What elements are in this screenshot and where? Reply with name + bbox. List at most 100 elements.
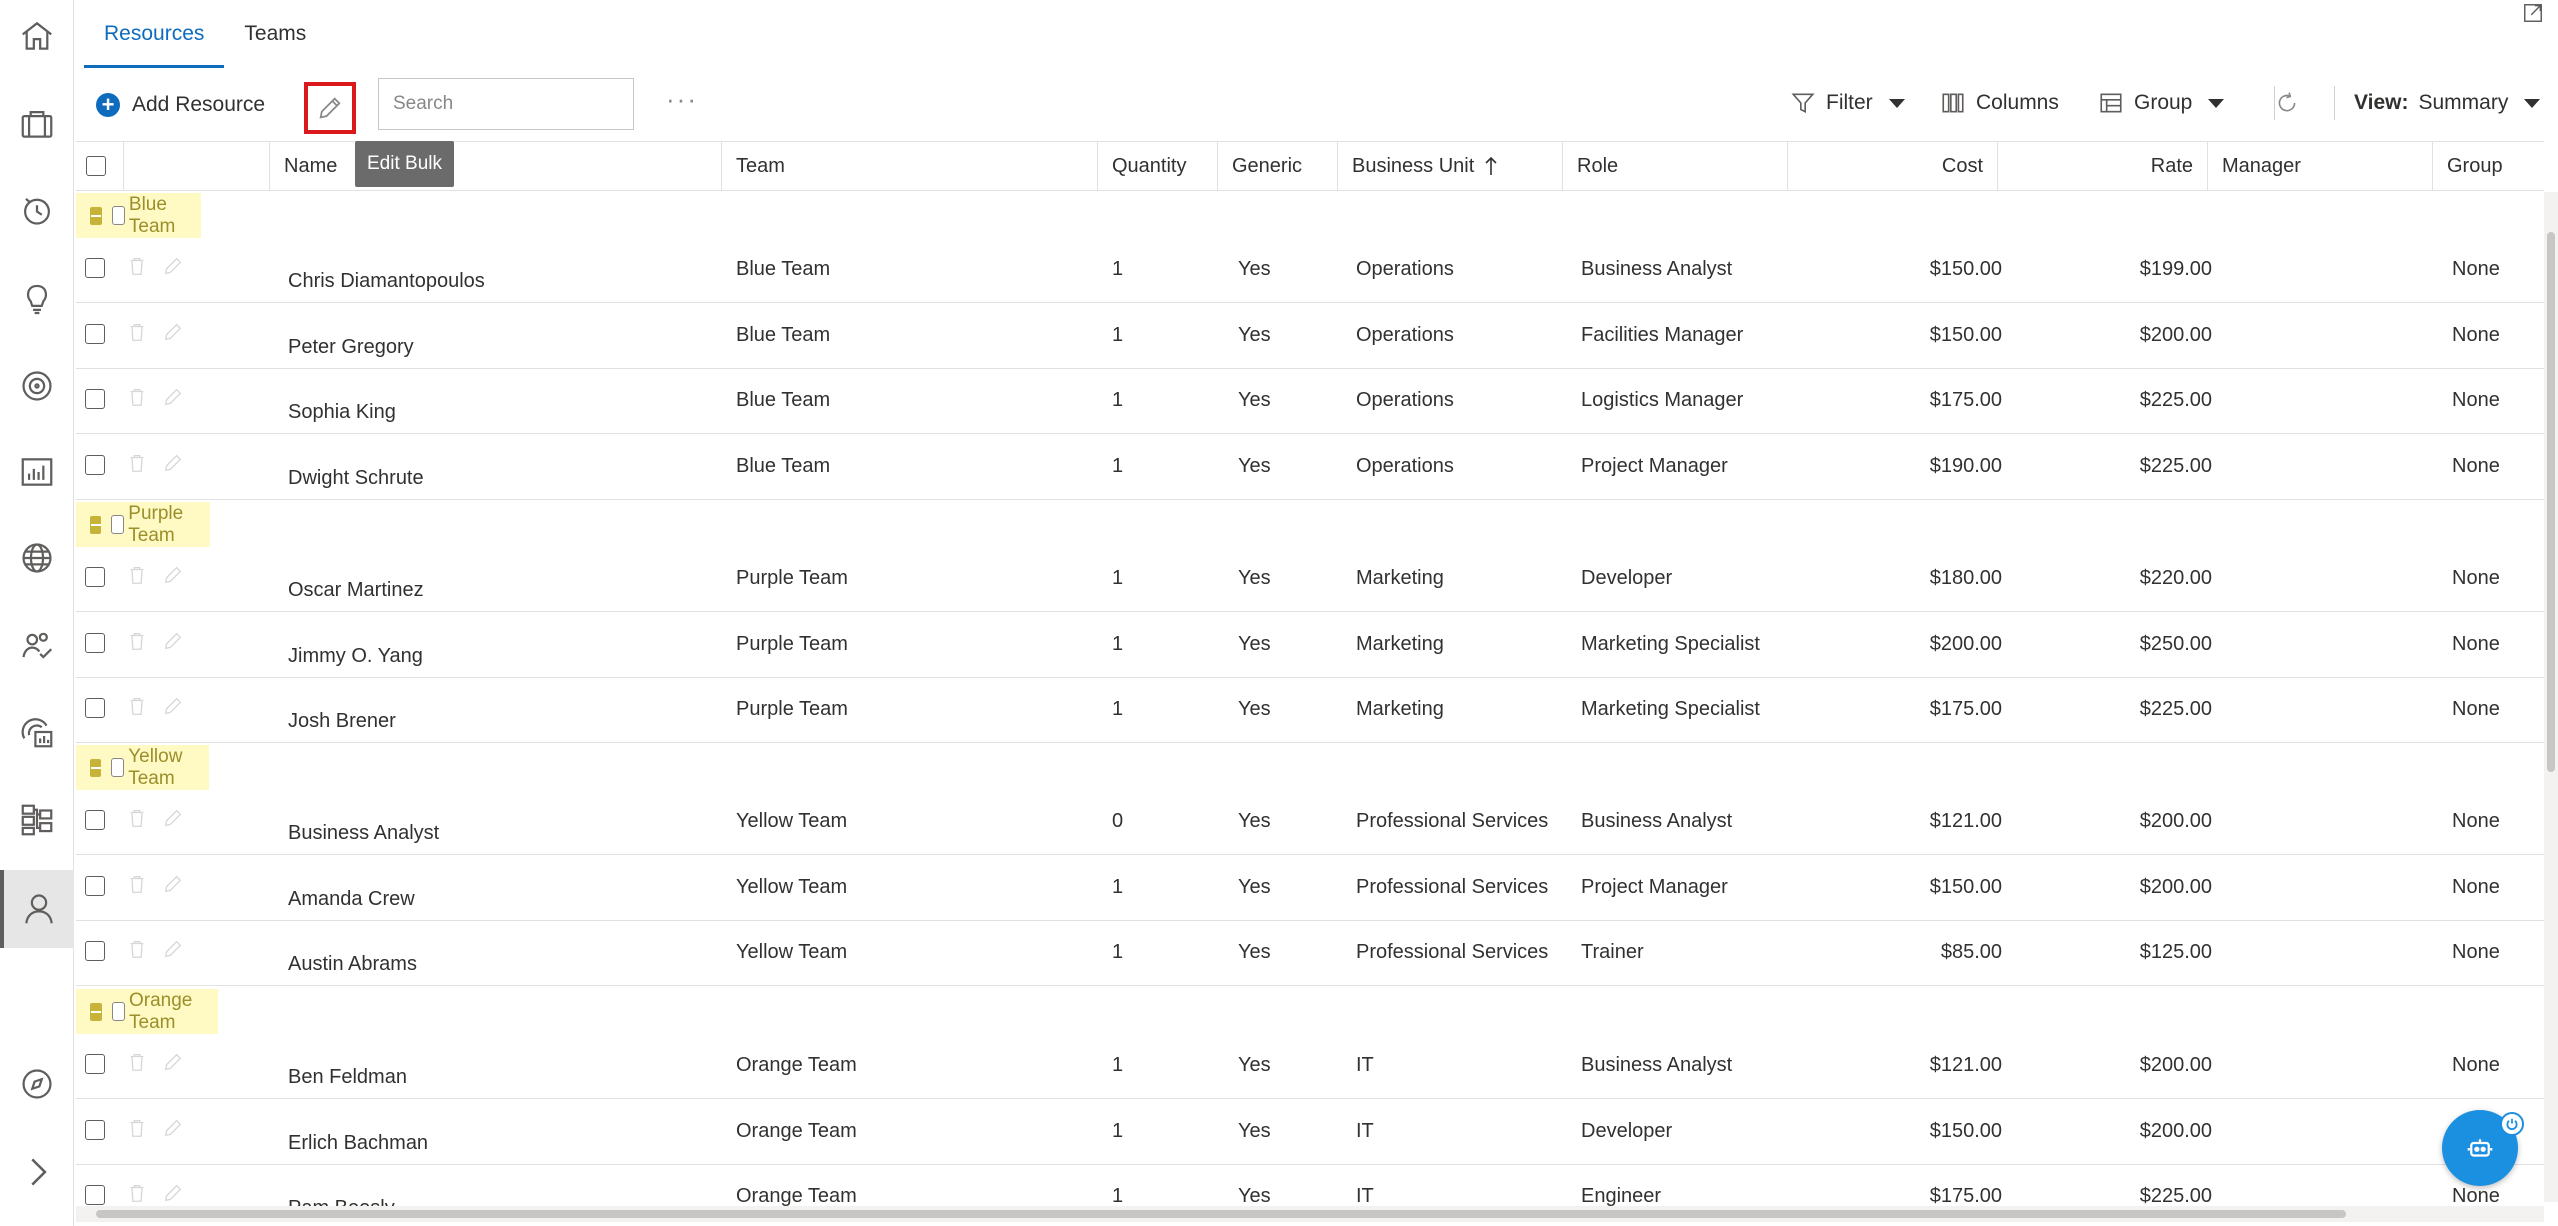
row-checkbox[interactable] [85,698,105,718]
group-button[interactable]: Group [2098,84,2225,122]
delete-icon[interactable] [126,806,148,835]
table-row[interactable]: Chris Diamantopoulos Blue Team 1 Yes Operati… [76,238,2544,303]
edit-pencil-icon[interactable] [162,1181,184,1206]
cell-name[interactable]: Business Analyst [288,822,439,845]
group-checkbox[interactable] [111,758,125,777]
home-icon[interactable] [0,8,74,64]
delete-icon[interactable] [126,563,148,592]
group-checkbox[interactable] [111,515,125,534]
table-row[interactable]: Josh Brener Purple Team 1 Yes Marketing Marke… [76,678,2544,743]
delete-icon[interactable] [126,629,148,658]
cell-name[interactable]: Amanda Crew [288,888,415,911]
column-header-team[interactable]: Team [722,142,1098,190]
briefcase-icon[interactable] [0,96,74,152]
edit-pencil-icon[interactable] [162,629,184,658]
delete-icon[interactable] [126,1116,148,1145]
collapse-group-icon[interactable] [90,206,102,225]
row-checkbox[interactable] [85,1185,105,1205]
column-header-rate[interactable]: Rate [1998,142,2208,190]
more-options-icon[interactable]: ··· [666,84,698,115]
group-checkbox[interactable] [111,1002,125,1021]
row-checkbox[interactable] [85,941,105,961]
delete-icon[interactable] [126,320,148,349]
person-icon[interactable] [0,870,74,948]
row-checkbox[interactable] [85,389,105,409]
globe-icon[interactable] [0,530,74,586]
table-row[interactable]: Pam Beesly Orange Team 1 Yes IT Engineer $175.… [76,1165,2544,1206]
delete-icon[interactable] [126,385,148,414]
row-checkbox[interactable] [85,1119,105,1140]
table-row[interactable]: Erlich Bachman Orange Team 1 Yes IT Developer… [76,1100,2544,1165]
delete-icon[interactable] [126,694,148,723]
column-header-manager[interactable]: Manager [2208,142,2433,190]
table-row[interactable]: Ben Feldman Orange Team 1 Yes IT Business Ana… [76,1034,2544,1099]
cell-name[interactable]: Chris Diamantopoulos [288,270,485,293]
table-row[interactable]: Peter Gregory Blue Team 1 Yes Operations Faci… [76,304,2544,369]
row-checkbox[interactable] [85,632,105,653]
delete-icon[interactable] [126,872,148,901]
edit-bulk-button[interactable] [304,82,356,134]
column-header-group[interactable]: Group [2433,142,2544,190]
clock-icon[interactable] [0,182,74,238]
report-chart-icon[interactable] [0,444,74,500]
edit-pencil-icon[interactable] [162,872,184,901]
edit-pencil-icon[interactable] [162,320,184,349]
column-header-business-unit[interactable]: Business Unit [1338,142,1563,190]
column-header-cost[interactable]: Cost [1788,142,1998,190]
delete-icon[interactable] [126,254,148,283]
cell-name[interactable]: Oscar Martinez [288,579,424,602]
vertical-scrollbar-thumb[interactable] [2547,232,2555,772]
collapse-group-icon[interactable] [90,758,102,777]
table-row[interactable]: Oscar Martinez Purple Team 1 Yes Marketing De… [76,547,2544,612]
cell-name[interactable]: Peter Gregory [288,336,414,359]
table-row[interactable]: Amanda Crew Yellow Team 1 Yes Professional S… [76,856,2544,921]
add-resource-button[interactable]: + Add Resource [96,86,265,124]
row-checkbox[interactable] [85,258,105,278]
edit-pencil-icon[interactable] [162,254,184,283]
edit-pencil-icon[interactable] [162,806,184,835]
row-checkbox[interactable] [85,875,105,896]
view-selector[interactable]: View: Summary [2354,84,2541,122]
expand-icon[interactable] [2522,2,2544,24]
table-row[interactable]: Jimmy O. Yang Purple Team 1 Yes Marketing Mar… [76,613,2544,678]
columns-button[interactable]: Columns [1940,84,2059,122]
delete-icon[interactable] [126,451,148,480]
delete-icon[interactable] [126,937,148,966]
dashboard-icon[interactable] [0,704,74,760]
power-icon[interactable] [2500,1112,2524,1136]
cell-name[interactable]: Dwight Schrute [288,467,424,490]
horizontal-scrollbar-thumb[interactable] [96,1210,2346,1218]
column-header-name[interactable]: Name [270,142,722,190]
cell-name[interactable]: Sophia King [288,401,396,424]
edit-pencil-icon[interactable] [162,563,184,592]
table-row[interactable]: Dwight Schrute Blue Team 1 Yes Operations Pro… [76,435,2544,500]
hierarchy-icon[interactable] [0,792,74,848]
select-all-checkbox[interactable] [86,156,106,176]
table-row[interactable]: Austin Abrams Yellow Team 1 Yes Professional… [76,921,2544,986]
tab-resources[interactable]: Resources [84,0,225,68]
cell-name[interactable]: Ben Feldman [288,1066,407,1089]
target-icon[interactable] [0,358,74,414]
edit-pencil-icon[interactable] [162,694,184,723]
table-row[interactable]: Business Analyst Yellow Team 0 Yes Professio… [76,790,2544,855]
chevron-right-icon[interactable] [0,1144,74,1200]
people-check-icon[interactable] [0,618,74,674]
delete-icon[interactable] [126,1050,148,1079]
tab-teams[interactable]: Teams [224,0,326,68]
row-checkbox[interactable] [85,1054,105,1074]
edit-pencil-icon[interactable] [162,451,184,480]
edit-pencil-icon[interactable] [162,937,184,966]
row-checkbox[interactable] [85,810,105,830]
refresh-button[interactable] [2274,84,2300,122]
cell-name[interactable]: Erlich Bachman [288,1132,428,1155]
collapse-group-icon[interactable] [90,1002,102,1021]
filter-button[interactable]: Filter [1790,84,1905,122]
compass-icon[interactable] [0,1056,74,1112]
vertical-scrollbar[interactable] [2544,192,2558,1202]
cell-name[interactable]: Austin Abrams [288,953,417,976]
table-row[interactable]: Sophia King Blue Team 1 Yes Operations Logist… [76,369,2544,434]
search-input[interactable] [378,78,634,130]
edit-pencil-icon[interactable] [162,385,184,414]
column-header-quantity[interactable]: Quantity [1098,142,1218,190]
edit-pencil-icon[interactable] [162,1050,184,1079]
